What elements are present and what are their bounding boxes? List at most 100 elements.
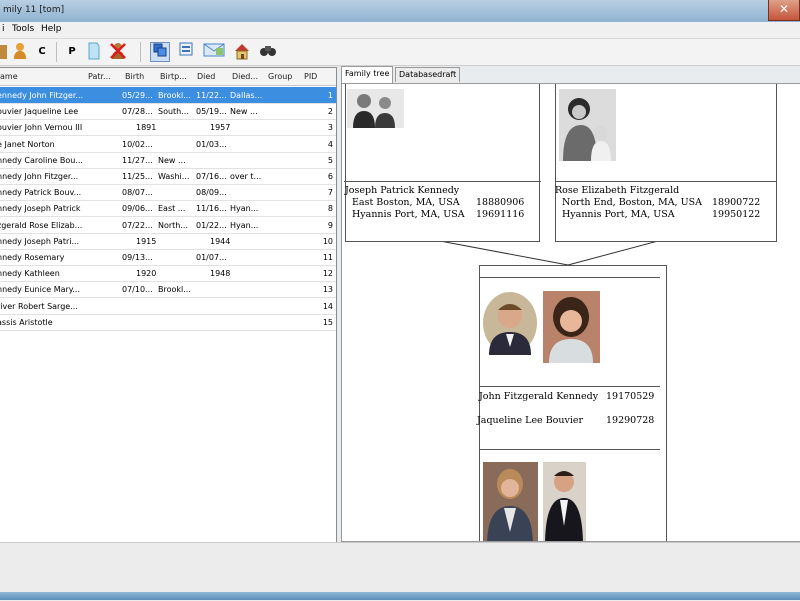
father-name: Joseph Patrick Kennedy (345, 185, 460, 196)
cell-died: 1957 (210, 123, 231, 133)
delete-person-button[interactable] (108, 42, 128, 62)
table-row[interactable]: e Janet Norton 10/02... 01/03... 4 (0, 136, 336, 153)
card-view-button[interactable] (176, 42, 196, 62)
cell-died: 01/22... (196, 220, 227, 230)
tab-family-tree[interactable]: Family tree (341, 66, 394, 83)
cell-birthplace: Washi... (158, 172, 190, 181)
windows-icon (153, 43, 167, 57)
table-row[interactable]: nnedy Caroline Bou... 11/27... New ... 5 (0, 152, 336, 169)
page-button[interactable] (84, 42, 104, 62)
c-button[interactable]: C (32, 42, 52, 62)
cell-name: zgerald Rose Elizab... (0, 220, 83, 230)
cell-birth: 11/25... (122, 172, 153, 181)
mother-birthplace: North End, Boston, MA, USA (562, 197, 702, 208)
grid-header: ame Patr... Birth Birtp... Died Died... … (0, 68, 336, 86)
table-row[interactable]: ennedy John Fitzger... 05/29... Brookl... 1… (0, 87, 336, 104)
home-icon (235, 44, 249, 60)
cell-pid: 3 (327, 123, 333, 133)
cell-died: 11/16... (196, 204, 227, 214)
cell-pid: 1 (327, 91, 333, 100)
cell-birth: 11/27... (122, 155, 153, 165)
person1-photo (483, 292, 538, 355)
tab-databasedraft[interactable]: Databasedraft (395, 67, 461, 82)
column-birth[interactable]: Birth (125, 72, 144, 81)
cell-birth: 1891 (136, 123, 157, 133)
card-icon (179, 42, 193, 56)
taskbar (0, 592, 800, 600)
children-divider (480, 449, 660, 450)
father-birth: 18880906 (476, 197, 525, 208)
home-button[interactable] (232, 42, 252, 62)
table-row[interactable]: nnedy Rosemary 09/13... 01/07... 11 (0, 249, 336, 266)
table-row[interactable]: river Robert Sarge... 14 (0, 298, 336, 315)
page-icon (88, 42, 100, 60)
cell-birth: 1915 (136, 236, 157, 246)
cell-birth: 09/13... (122, 253, 153, 262)
column-patronymic[interactable]: Patr... (88, 72, 111, 81)
close-window-button[interactable]: ✕ (768, 0, 800, 21)
cell-diedplace: New ... (230, 107, 258, 117)
menu-file[interactable]: i (2, 24, 5, 34)
p-button[interactable]: P (62, 42, 82, 62)
column-name[interactable]: ame (0, 72, 18, 81)
cell-name: ennedy John Fitzger... (0, 91, 83, 100)
cell-pid: 5 (327, 155, 333, 165)
email-button[interactable] (202, 42, 226, 62)
mother-card[interactable]: Rose Elizabeth Fitzgerald North End, Bos… (555, 84, 777, 242)
table-row[interactable]: ouvier Jaqueline Lee 07/28... South... 05/1… (0, 103, 336, 121)
table-row[interactable]: nnedy Patrick Bouv... 08/07... 08/09... 7 (0, 184, 336, 202)
tree-view-button[interactable] (150, 42, 170, 62)
table-row[interactable]: nnedy Kathleen 1920 1948 12 (0, 265, 336, 283)
cell-birthplace: North... (158, 220, 189, 230)
cell-pid: 12 (322, 269, 333, 279)
cell-died: 05/19... (196, 107, 227, 117)
mother-deathplace: Hyannis Port, MA, USA (562, 209, 675, 220)
table-row[interactable]: zgerald Rose Elizab... 07/22... North... 01… (0, 217, 336, 234)
cell-pid: 10 (322, 236, 333, 246)
cell-pid: 8 (327, 204, 333, 214)
column-diedplace[interactable]: Died... (232, 72, 258, 81)
cell-pid: 14 (322, 301, 333, 311)
father-birthplace: East Boston, MA, USA (352, 197, 460, 208)
cell-name: ouvier Jaqueline Lee (0, 107, 79, 117)
table-row[interactable]: assis Aristotle 15 (0, 314, 336, 331)
family-tree-canvas: Joseph Patrick Kennedy East Boston, MA, … (341, 83, 800, 542)
cell-name: nnedy Patrick Bouv... (0, 188, 82, 198)
add-person-button[interactable] (10, 42, 30, 62)
title-bar: mily 11 [tom] ✕ (0, 0, 800, 23)
couple-card[interactable]: John Fitzgerald Kennedy 19170529 Jaqueli… (477, 265, 667, 541)
person1-name: John Fitzgerald Kennedy (479, 391, 599, 402)
search-button[interactable] (258, 42, 278, 62)
child1-photo (483, 462, 538, 541)
column-birthplace[interactable]: Birtp... (160, 72, 187, 81)
table-row[interactable]: nnedy Eunice Mary... 07/10... Brookl... 13 (0, 281, 336, 299)
table-row[interactable]: nnedy Joseph Patri... 1915 1944 10 (0, 233, 336, 250)
cell-name: nnedy Joseph Patrick (0, 204, 81, 214)
binoculars-icon (260, 46, 276, 56)
cell-died: 01/03... (196, 139, 227, 149)
cell-name: nnedy Joseph Patri... (0, 236, 80, 246)
cell-diedplace: Dallas... (230, 91, 263, 100)
cell-pid: 11 (322, 253, 333, 262)
table-row[interactable]: nnedy John Fitzger... 11/25... Washi... 07/… (0, 168, 336, 185)
table-row[interactable]: nnedy Joseph Patrick 09/06... East ... 11/1… (0, 200, 336, 218)
cell-died: 07/16... (196, 172, 227, 181)
cell-died: 1948 (210, 269, 231, 279)
cell-name: nnedy Eunice Mary... (0, 285, 81, 295)
person2-photo (543, 291, 600, 363)
cell-name: ouvier John Vernou III (0, 123, 83, 133)
menu-tools[interactable]: Tools (12, 24, 34, 34)
father-deathplace: Hyannis Port, MA, USA (352, 209, 465, 220)
cell-birth: 07/28... (122, 107, 153, 117)
cell-birthplace: East ... (158, 204, 186, 214)
father-card[interactable]: Joseph Patrick Kennedy East Boston, MA, … (344, 84, 541, 242)
column-pid[interactable]: PID (304, 72, 317, 81)
person-grid: ame Patr... Birth Birtp... Died Died... … (0, 67, 337, 543)
column-died[interactable]: Died (197, 72, 215, 81)
column-group[interactable]: Group (268, 72, 292, 81)
cell-diedplace: Hyan... (230, 204, 259, 214)
cell-died: 01/07... (196, 253, 227, 262)
menu-help[interactable]: Help (41, 24, 62, 34)
table-row[interactable]: ouvier John Vernou III 1891 1957 3 (0, 119, 336, 137)
cell-died: 1944 (210, 236, 231, 246)
